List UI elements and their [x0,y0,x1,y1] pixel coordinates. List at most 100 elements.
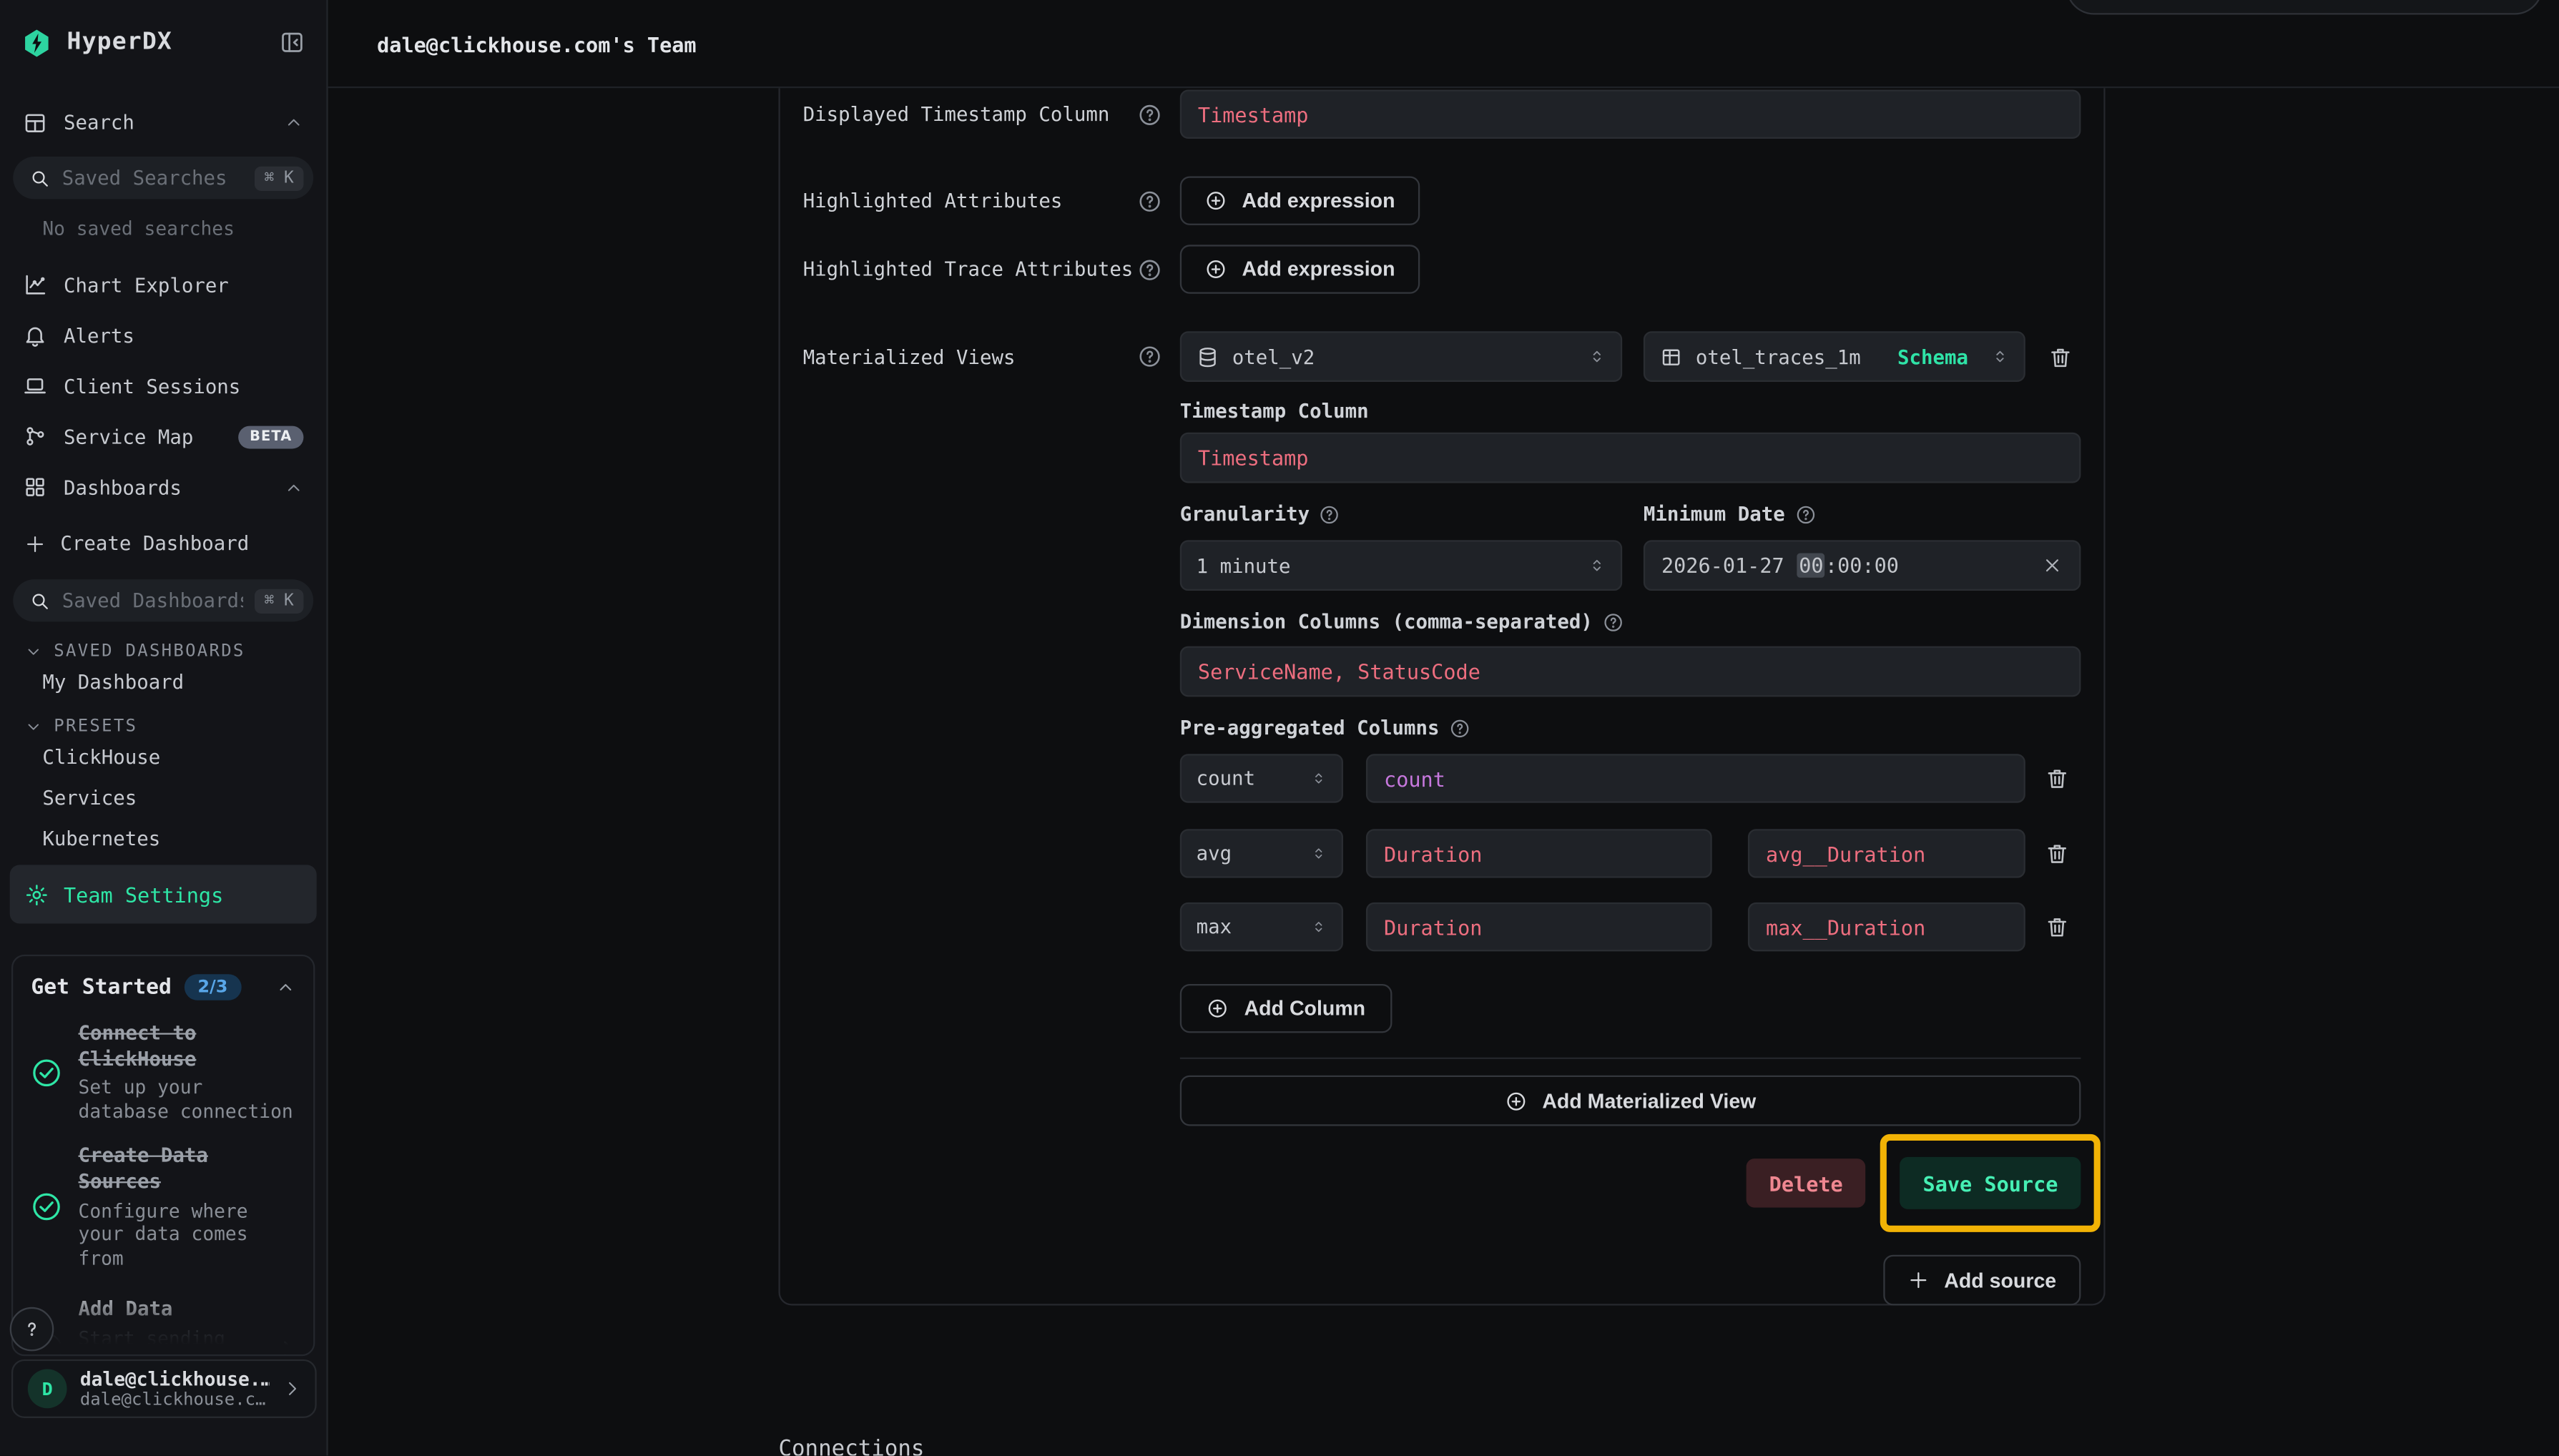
dimension-columns-input[interactable]: ServiceName, StatusCode [1180,646,2081,697]
save-source-button[interactable]: Save Source [1900,1157,2081,1209]
alias-input[interactable]: avg__Duration [1748,829,2025,877]
shortcut-badge: ⌘ K [255,589,304,613]
preagg-row: count count [1180,754,2081,802]
mv-timestamp-column-input[interactable]: Timestamp [1180,433,2081,483]
add-source-button[interactable]: Add source [1884,1255,2081,1306]
table-select[interactable]: otel_traces_1m Schema [1644,331,2025,382]
expression-input[interactable]: count [1366,754,2025,802]
sidebar-item-service-map[interactable]: Service Map BETA [0,411,326,462]
info-icon[interactable] [1137,257,1161,281]
help-button[interactable] [10,1307,54,1352]
get-started-step-sources[interactable]: Create Data Sources Configure where your… [31,1144,295,1270]
get-started-step-connect[interactable]: Connect to ClickHouse Set up your databa… [31,1021,295,1123]
minimum-date-input[interactable]: 2026-01-27 00 :00:00 [1644,540,2081,591]
info-icon[interactable] [1794,503,1816,525]
input-value: Duration [1384,915,1482,939]
collapse-sidebar-icon[interactable] [279,29,305,56]
info-icon[interactable] [1137,344,1161,368]
no-saved-searches-text: No saved searches [0,199,326,240]
group-label: PRESETS [54,717,137,736]
progress-badge: 2/3 [185,974,241,1000]
group-label: SAVED DASHBOARDS [54,641,245,661]
topbar: dale@clickhouse.com's Team [328,0,2559,88]
table-icon [1660,345,1683,368]
updown-chevron-icon [1310,844,1327,863]
delete-button[interactable]: Delete [1747,1159,1866,1207]
sidebar-item-my-dashboard[interactable]: My Dashboard [0,661,326,702]
plus-icon [24,533,46,554]
sidebar-item-kubernetes[interactable]: Kubernetes [0,817,326,858]
sub-label: Pre-aggregated Columns [1180,717,1440,739]
circle-plus-icon [1204,190,1227,212]
schema-badge[interactable]: Schema [1897,345,1968,368]
date-part: 2026-01-27 [1661,554,1784,578]
trash-icon[interactable] [2048,343,2073,370]
step-title: Create Data Sources [79,1144,295,1195]
get-started-header[interactable]: Get Started 2/3 [31,974,295,1000]
sidebar-item-clickhouse[interactable]: ClickHouse [0,736,326,777]
check-circle-icon [31,1192,62,1223]
user-name: dale@clickhouse.… [80,1367,270,1390]
bell-icon [23,323,47,348]
sidebar-item-label: Client Sessions [64,375,240,398]
shortcut-badge: ⌘ K [255,166,304,190]
create-dashboard-button[interactable]: Create Dashboard [0,521,326,566]
add-expression-button[interactable]: Add expression [1180,176,1420,225]
aggregation-select[interactable]: avg [1180,829,1343,877]
sidebar-header: HyperDX [0,0,326,85]
source-settings-card: Displayed Timestamp Column Timestamp Hig… [778,88,2105,1305]
info-icon[interactable] [1137,102,1161,127]
aggregation-select[interactable]: count [1180,754,1343,802]
step-desc: Configure where your data comes from [79,1199,295,1270]
sidebar-item-services[interactable]: Services [0,777,326,817]
sidebar-item-label: Service Map [64,425,193,448]
laptop-icon [23,374,47,398]
alias-input[interactable]: max__Duration [1748,902,2025,951]
get-started-step-add-data[interactable]: 3 Add Data Start sending logs, metrics, … [31,1298,295,1356]
expression-input[interactable]: Duration [1366,902,1712,951]
sidebar-item-label: Dashboards [64,476,182,498]
chevron-up-icon [276,978,295,997]
sub-label: Timestamp Column [1180,400,1369,423]
info-icon[interactable] [1603,611,1624,633]
saved-dashboards-input[interactable]: Saved Dashboards ⌘ K [13,579,313,621]
sidebar-item-alerts[interactable]: Alerts [0,310,326,361]
chevron-up-icon [284,477,303,496]
granularity-select[interactable]: 1 minute [1180,540,1622,591]
question-mark-icon [19,1317,44,1341]
aggregation-select[interactable]: max [1180,902,1343,951]
circle-plus-icon [1204,258,1227,281]
add-column-button[interactable]: Add Column [1180,984,1393,1033]
group-presets[interactable]: PRESETS [0,702,326,736]
user-account-button[interactable]: D dale@clickhouse.… dale@clickhouse.c… [11,1359,317,1418]
sidebar-item-team-settings[interactable]: Team Settings [10,865,317,923]
sidebar-item-chart-explorer[interactable]: Chart Explorer [0,260,326,310]
agg-value: avg [1197,842,1232,865]
beta-badge: BETA [238,425,303,448]
sidebar-item-search[interactable]: Search [0,98,326,147]
expression-input[interactable]: Duration [1366,829,1712,877]
add-expression-button[interactable]: Add expression [1180,245,1420,293]
trash-icon[interactable] [2045,914,2069,940]
trash-icon[interactable] [2045,840,2069,867]
sidebar-item-label: Alerts [64,324,134,347]
input-value: ServiceName, StatusCode [1198,659,1480,684]
input-value: avg__Duration [1766,841,1925,865]
sidebar-item-client-sessions[interactable]: Client Sessions [0,360,326,411]
saved-searches-input[interactable]: Saved Searches ⌘ K [13,157,313,199]
hour-part-selected: 00 [1797,554,1825,578]
add-materialized-view-button[interactable]: Add Materialized View [1180,1076,2081,1126]
trash-icon[interactable] [2045,765,2069,792]
displayed-timestamp-input[interactable]: Timestamp [1180,90,2081,139]
info-icon[interactable] [1137,189,1161,213]
updown-chevron-icon [1991,346,2009,368]
group-saved-dashboards[interactable]: SAVED DASHBOARDS [0,621,326,661]
clear-date-icon[interactable] [2042,555,2063,576]
input-value: Timestamp [1198,446,1309,470]
info-icon[interactable] [1449,717,1470,739]
sidebar-item-dashboards[interactable]: Dashboards [0,462,326,513]
info-icon[interactable] [1320,503,1341,525]
database-select[interactable]: otel_v2 [1180,331,1622,382]
circle-plus-icon [1505,1089,1528,1112]
field-label: Displayed Timestamp Column [803,103,1110,126]
